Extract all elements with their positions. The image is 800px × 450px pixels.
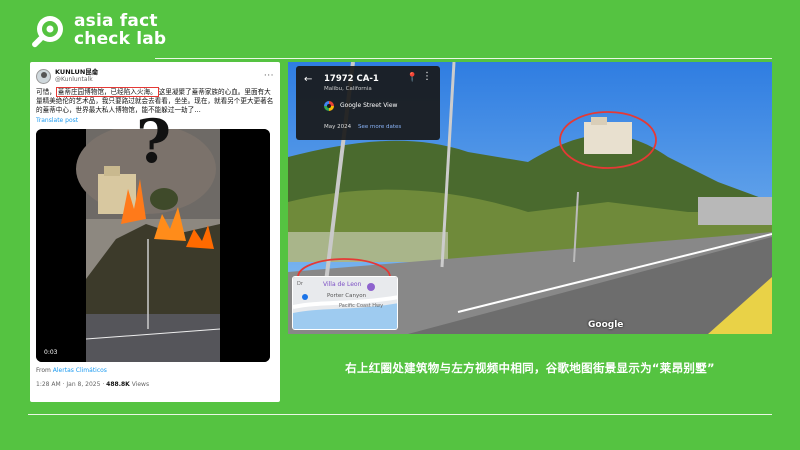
map-label-highway: Pacific Coast Hwy xyxy=(339,303,384,309)
street-view-locality: Malibu, California xyxy=(324,86,372,92)
map-label-villa[interactable]: Villa de Leon xyxy=(323,281,361,288)
street-view-screenshot[interactable]: ← 17972 CA-1 Malibu, California 📍 ⋮ Goog… xyxy=(288,62,772,334)
video-timestamp: 0:03 xyxy=(44,348,58,356)
more-vertical-icon[interactable]: ⋮ xyxy=(422,71,432,82)
tweet-header: KUNLUN昆侖 @Kunluntalk ··· xyxy=(36,66,274,86)
avatar[interactable] xyxy=(36,68,51,84)
location-pin-icon[interactable]: 📍 xyxy=(407,73,418,83)
brand-line-2: check lab xyxy=(74,29,167,49)
header-divider xyxy=(155,58,772,59)
tweet-views-label: Views xyxy=(129,380,150,388)
magnifier-logo-icon xyxy=(32,16,63,48)
brand-wordmark: asia fact check lab xyxy=(74,12,166,48)
tweet-source-label: From xyxy=(36,366,53,374)
question-mark: ? xyxy=(136,107,172,177)
mini-map[interactable]: Villa de Leon Porter Canyon Pacific Coas… xyxy=(292,276,398,330)
more-options-icon[interactable]: ··· xyxy=(264,71,274,81)
street-view-address: 17972 CA-1 xyxy=(324,74,379,84)
tweet-author-handle[interactable]: @Kunluntalk xyxy=(55,76,264,84)
tweet-author-name[interactable]: KUNLUN昆侖 xyxy=(55,68,264,76)
tweet-text-pre: 可惜， xyxy=(36,88,56,96)
tweet-meta: 1:28 AM · Jan 8, 2025 · 488.8K Views xyxy=(36,381,274,388)
map-label-dr: Dr xyxy=(297,281,303,287)
brand-line-1: asia fact xyxy=(74,11,158,31)
google-watermark: Google xyxy=(588,320,624,330)
back-arrow-icon[interactable]: ← xyxy=(304,74,312,85)
tweet-time[interactable]: 1:28 AM · Jan 8, 2025 · xyxy=(36,381,106,388)
street-view-product-label: Google Street View xyxy=(340,102,398,109)
tweet-text-highlight: 蓋蒂庄园博物馆，已经陷入火海。 xyxy=(55,87,159,97)
street-view-info-panel: ← 17972 CA-1 Malibu, California 📍 ⋮ Goog… xyxy=(296,66,440,140)
see-more-dates-link[interactable]: See more dates xyxy=(358,124,401,130)
tweet-author: KUNLUN昆侖 @Kunluntalk xyxy=(55,68,264,84)
tweet-source: From Alertas Climáticos xyxy=(36,367,274,374)
footer-divider xyxy=(28,414,772,415)
tweet-source-link[interactable]: Alertas Climáticos xyxy=(53,367,107,374)
map-label-canyon: Porter Canyon xyxy=(327,293,367,299)
tweet-views-count: 488.8K xyxy=(106,380,130,388)
caption: 右上红圈处建筑物与左方视频中相同，谷歌地图街景显示为“莱昂别墅” xyxy=(345,361,715,375)
google-logo-icon xyxy=(324,101,334,111)
capture-date: May 2024 xyxy=(324,124,352,130)
